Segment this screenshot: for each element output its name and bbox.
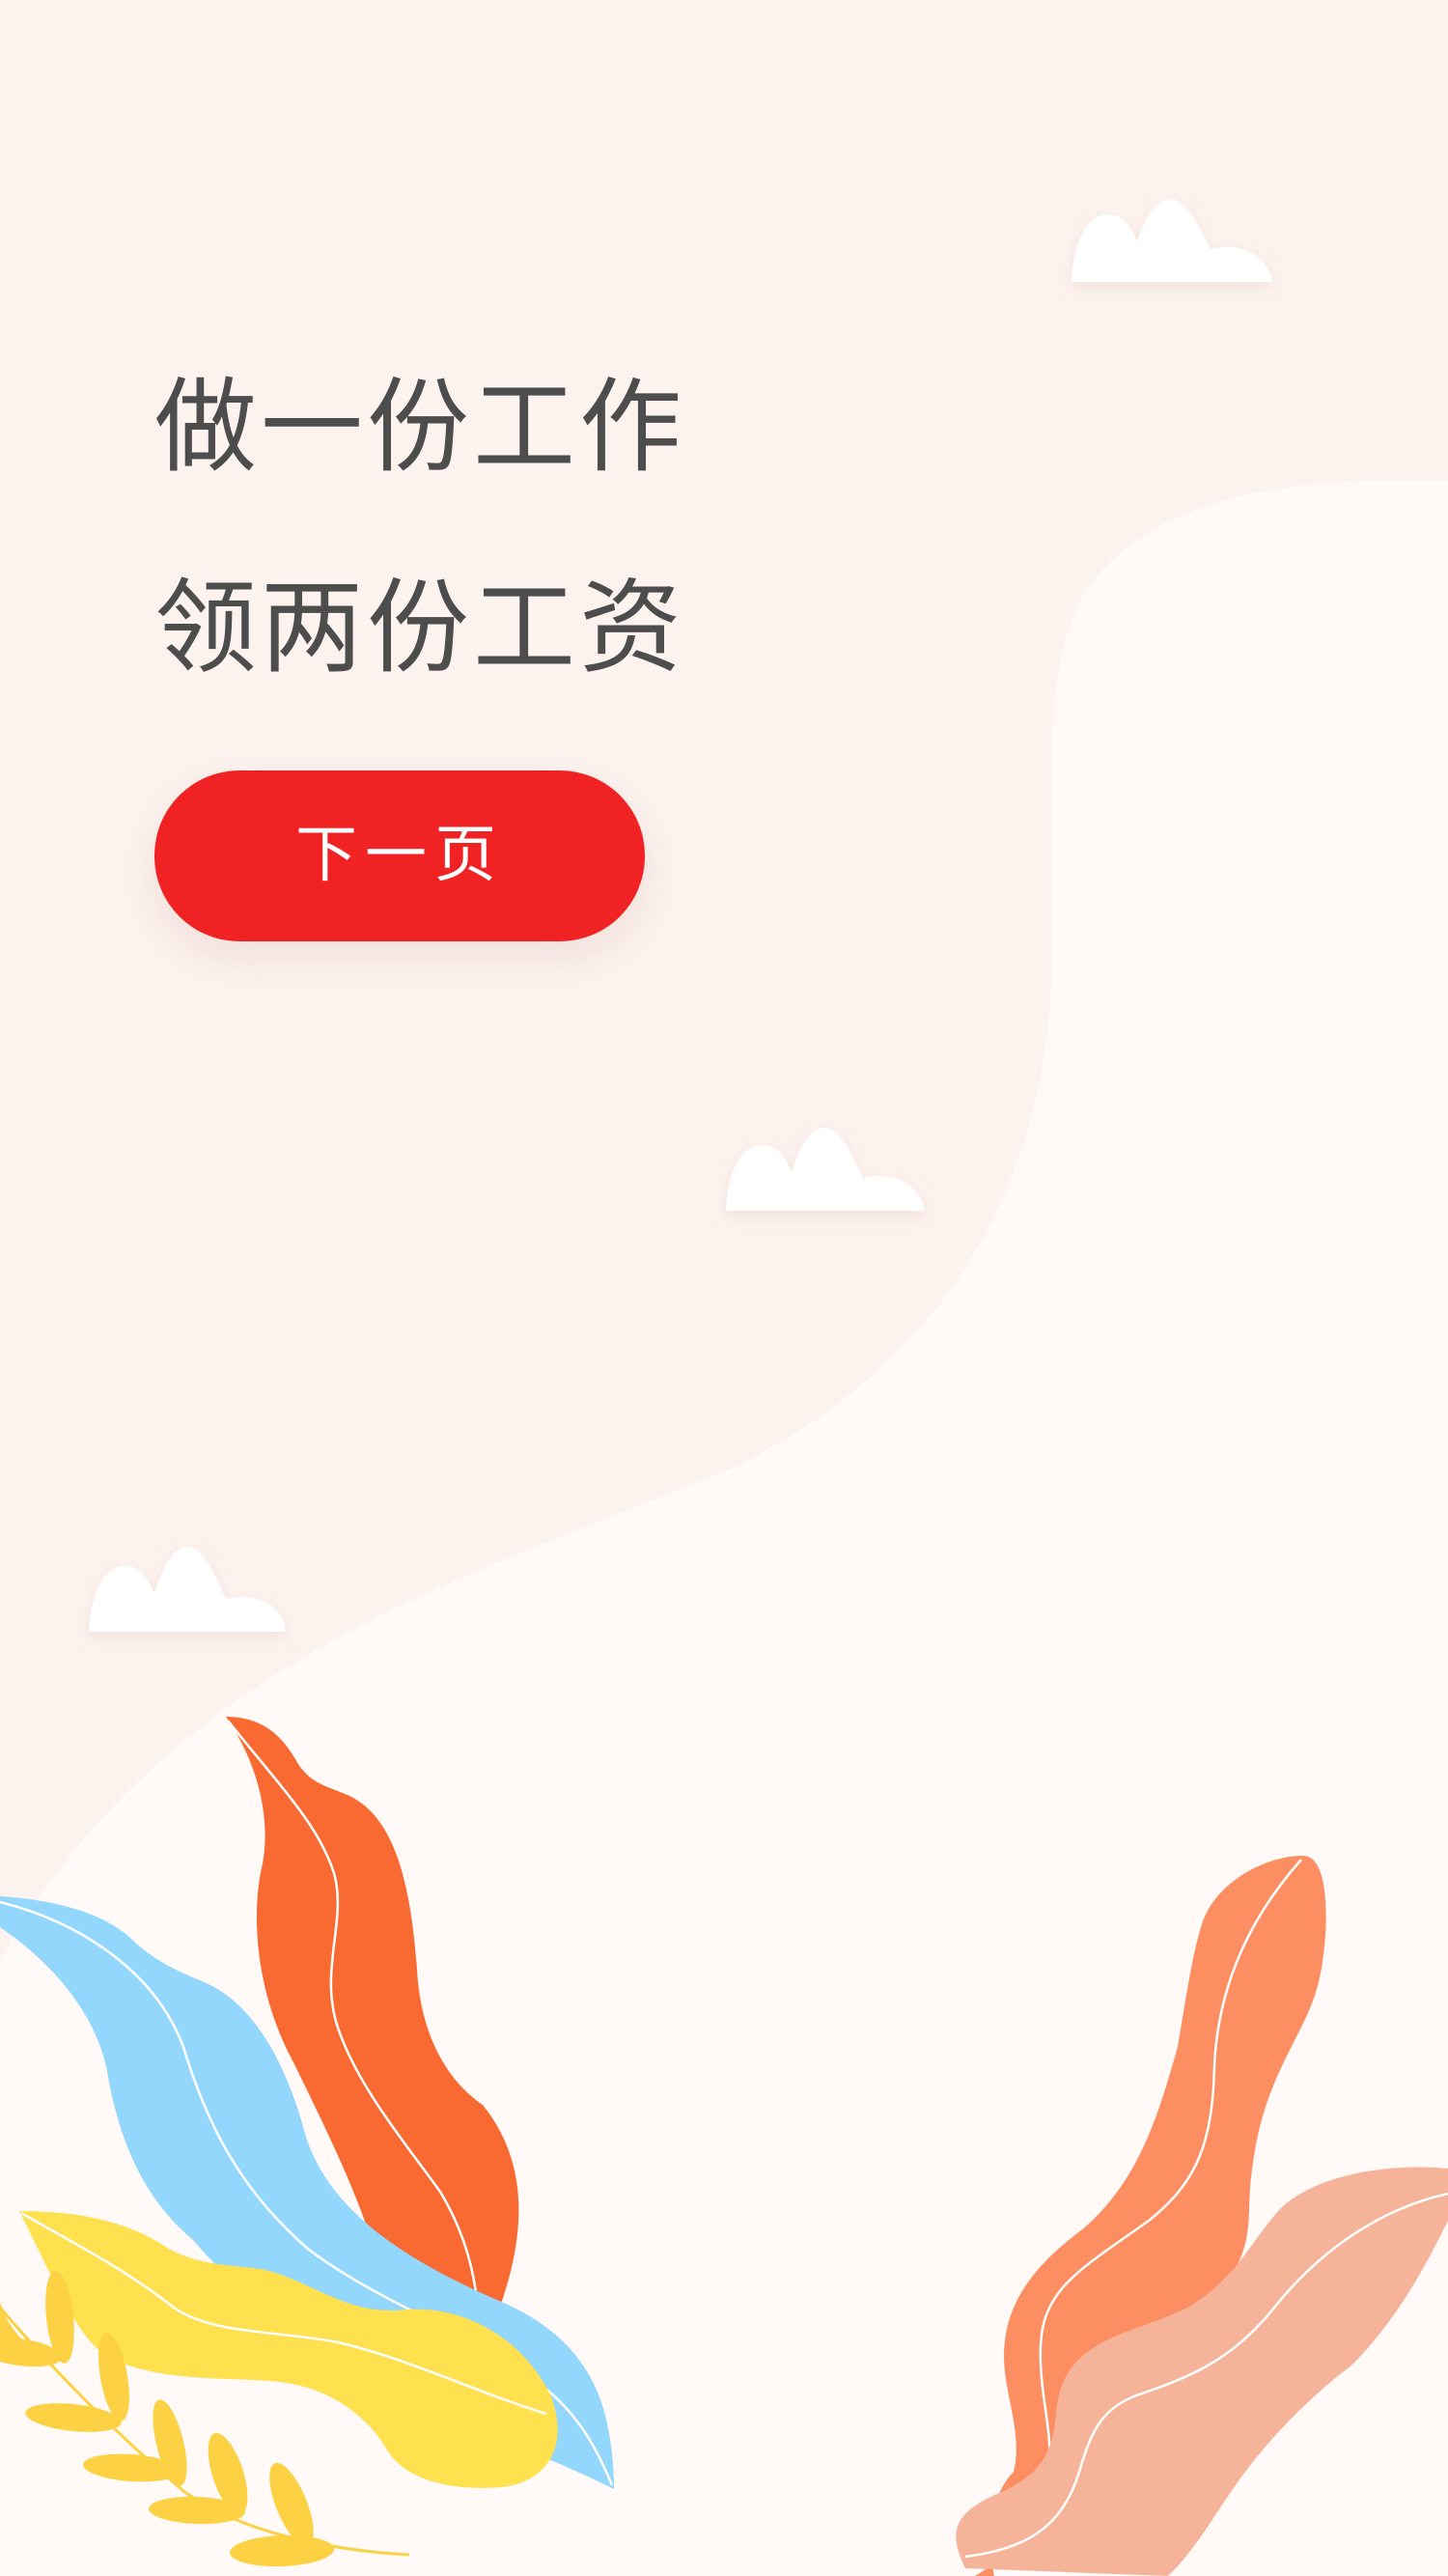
headline-line-2: 领两份工资 xyxy=(154,569,685,687)
background-wave xyxy=(0,0,1448,1960)
leaf-cluster-left xyxy=(0,1717,614,2567)
leaf-peach xyxy=(956,2167,1448,2576)
next-page-button[interactable]: 下一页 xyxy=(154,770,645,941)
leaf-salmon xyxy=(975,1856,1326,2576)
leaf-cluster-right xyxy=(956,1856,1448,2576)
headline-line-1: 做一份工作 xyxy=(154,368,685,487)
leaf-orange xyxy=(226,1717,519,2327)
cloud-middle xyxy=(726,1128,925,1211)
cloud-top-right xyxy=(1072,199,1272,282)
cloud-lower-left xyxy=(89,1547,286,1632)
leaf-blue xyxy=(0,1896,614,2489)
leaf-yellow-sprig xyxy=(0,2271,334,2567)
leaf-yellow xyxy=(19,2211,558,2488)
